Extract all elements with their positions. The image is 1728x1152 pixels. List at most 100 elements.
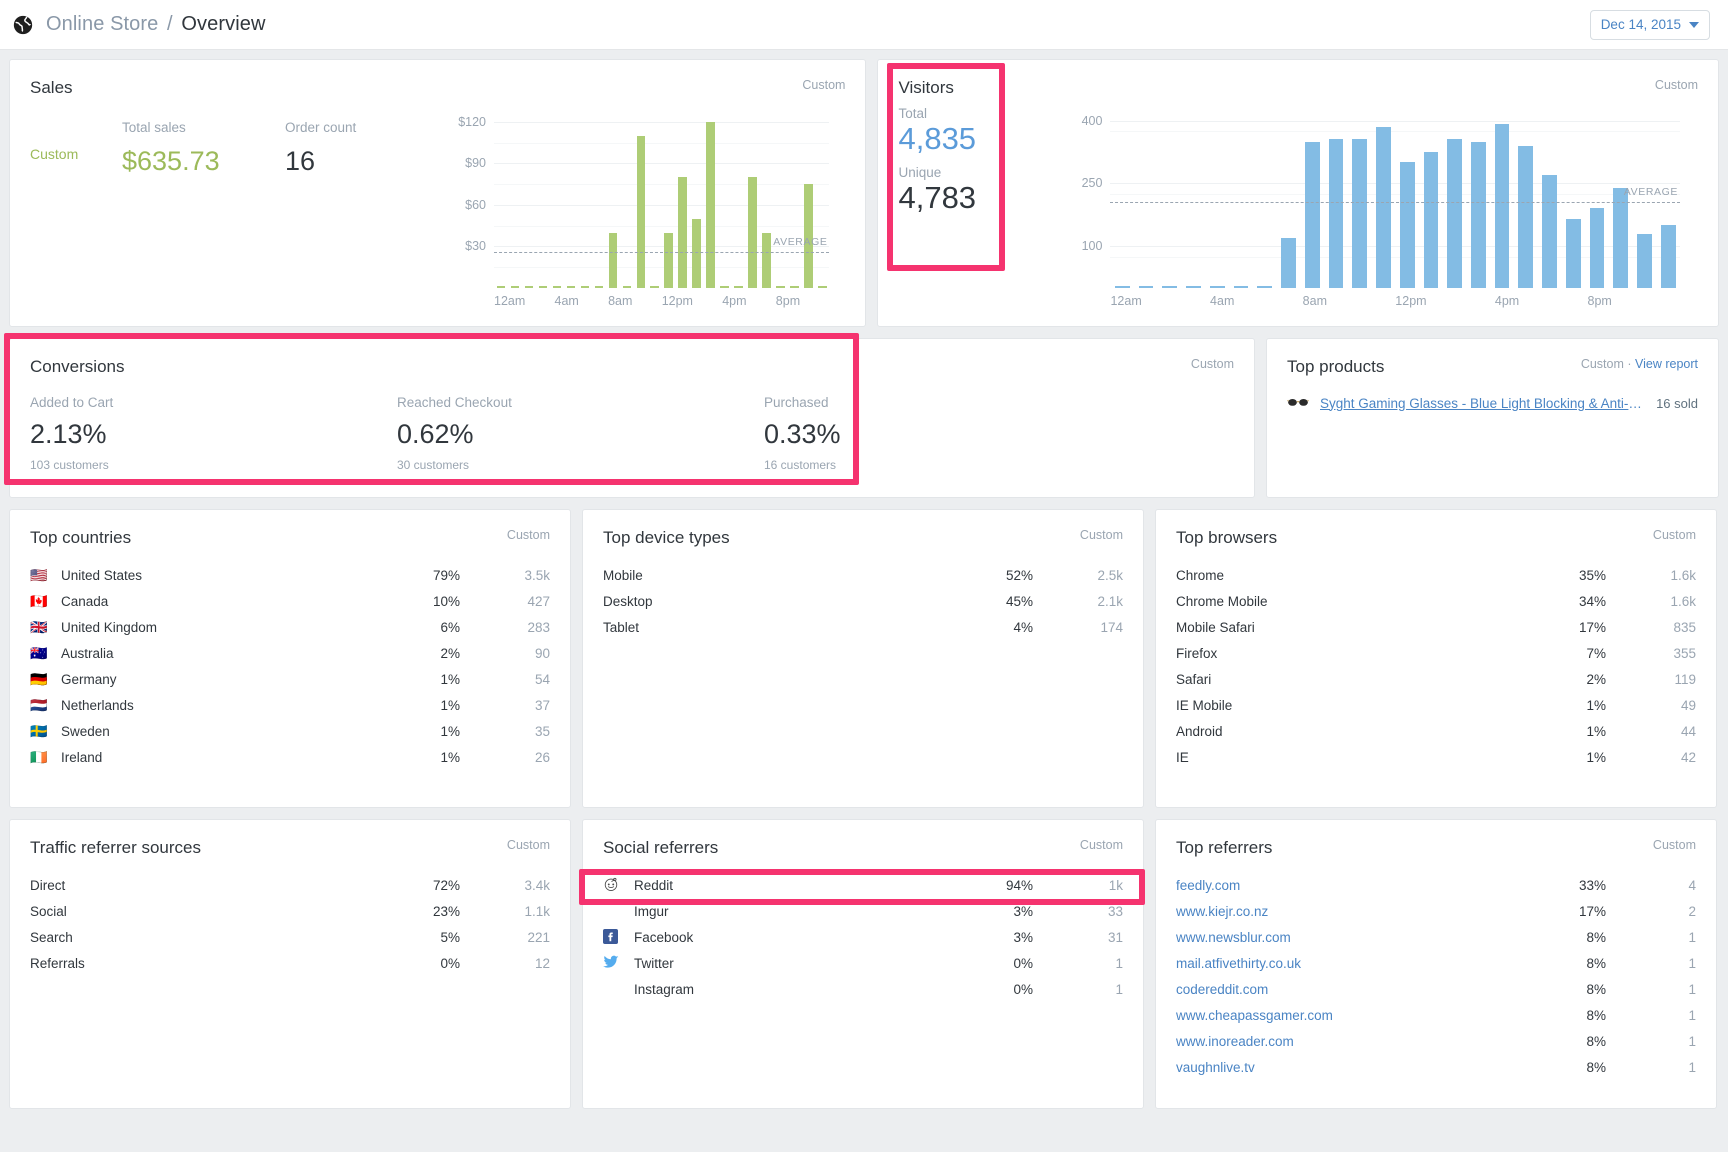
chart-bar-slot[interactable] (1585, 108, 1609, 288)
chart-bar-slot[interactable] (634, 108, 648, 288)
chart-bar-slot[interactable] (760, 108, 774, 288)
social-referrers-range-label[interactable]: Custom (1080, 838, 1123, 852)
traffic-referrer-sources-range-label[interactable]: Custom (507, 838, 550, 852)
list-item-link[interactable]: www.kiejr.co.nz (1176, 904, 1516, 919)
chart-bar-slot[interactable] (662, 108, 676, 288)
chart-bar-slot[interactable] (718, 108, 732, 288)
chart-bar-slot[interactable] (592, 108, 606, 288)
chart-bar-slot[interactable] (1561, 108, 1585, 288)
chart-bar-slot[interactable] (536, 108, 550, 288)
chart-bar-slot[interactable] (648, 108, 662, 288)
chart-bar-slot[interactable] (746, 108, 760, 288)
list-item-percent: 8% (1586, 1033, 1606, 1049)
chart-bar-slot[interactable] (564, 108, 578, 288)
list-item-link[interactable]: www.inoreader.com (1176, 1034, 1516, 1049)
reddit-icon (603, 876, 623, 894)
chart-bar-slot[interactable] (606, 108, 620, 288)
list-item-value: 1 (1688, 1007, 1696, 1023)
top-products-range-label[interactable]: Custom · (1581, 357, 1632, 371)
chart-bar-slot[interactable] (578, 108, 592, 288)
chart-bar-slot[interactable] (690, 108, 704, 288)
list-item-link[interactable]: www.cheapassgamer.com (1176, 1008, 1516, 1023)
list-item[interactable]: mail.atfivethirty.co.uk 8% 1 (1176, 950, 1696, 976)
chart-bar-slot[interactable] (676, 108, 690, 288)
list-item[interactable]: codereddit.com 8% 1 (1176, 976, 1696, 1002)
list-item-label: Netherlands (61, 697, 134, 713)
visitors-unique-value: 4,783 (898, 180, 977, 216)
list-item-link[interactable]: www.newsblur.com (1176, 930, 1516, 945)
chart-bar-slot[interactable] (816, 108, 830, 288)
visitors-range-label[interactable]: Custom (1655, 78, 1698, 92)
chart-bar-slot[interactable] (1538, 108, 1562, 288)
top-referrers-range-label[interactable]: Custom (1653, 838, 1696, 852)
chart-bar-slot[interactable] (1277, 108, 1301, 288)
chart-bar-slot[interactable] (1110, 108, 1134, 288)
top-browsers-range-label[interactable]: Custom (1653, 528, 1696, 542)
list-item-label: Android (1176, 723, 1223, 739)
chart-bar-slot[interactable] (1514, 108, 1538, 288)
top-product-link[interactable]: Syght Gaming Glasses - Blue Light Blocki… (1320, 396, 1645, 411)
chart-bar-slot[interactable] (1466, 108, 1490, 288)
list-item-percent: 1% (1586, 697, 1606, 713)
chart-bar-slot[interactable] (704, 108, 718, 288)
chart-bar-slot[interactable] (1395, 108, 1419, 288)
chart-bar-slot[interactable] (774, 108, 788, 288)
list-item-link[interactable]: feedly.com (1176, 878, 1516, 893)
list-item-label: Desktop (603, 593, 653, 609)
sales-range-label[interactable]: Custom (802, 78, 845, 92)
chart-bar (818, 286, 827, 288)
list-item[interactable]: feedly.com 33% 4 (1176, 872, 1696, 898)
chart-bar (538, 286, 548, 288)
list-item-link[interactable]: mail.atfivethirty.co.uk (1176, 956, 1516, 971)
list-item[interactable]: www.newsblur.com 8% 1 (1176, 924, 1696, 950)
chart-bar (1565, 218, 1581, 288)
list-item-link[interactable]: vaughnlive.tv (1176, 1060, 1516, 1075)
chart-bar (1352, 138, 1368, 288)
list-item[interactable]: www.inoreader.com 8% 1 (1176, 1028, 1696, 1054)
list-item[interactable]: www.kiejr.co.nz 17% 2 (1176, 898, 1696, 924)
chart-x-tick-label (1519, 294, 1542, 308)
list-item[interactable]: vaughnlive.tv 8% 1 (1176, 1054, 1696, 1080)
chart-x-tick-label (652, 294, 662, 308)
list-item[interactable]: www.cheapassgamer.com 8% 1 (1176, 1002, 1696, 1028)
breadcrumb-store[interactable]: Online Store (46, 13, 158, 35)
list-item-label: Referrals (30, 955, 85, 971)
chart-bar (1542, 174, 1557, 288)
chart-bar-slot[interactable] (522, 108, 536, 288)
chart-bar-slot[interactable] (1205, 108, 1229, 288)
chart-bar-slot[interactable] (1182, 108, 1206, 288)
chart-bar-slot[interactable] (1253, 108, 1277, 288)
chart-bar-slot[interactable] (1158, 108, 1182, 288)
top-countries-range-label[interactable]: Custom (507, 528, 550, 542)
top-products-card: Top products Custom · View report Syght … (1266, 338, 1719, 498)
view-report-link[interactable]: View report (1635, 357, 1698, 371)
date-range-picker[interactable]: Dec 14, 2015 (1589, 9, 1710, 40)
top-products-card-header: Top products Custom · View report (1267, 339, 1718, 377)
chart-x-tick-label (1373, 294, 1396, 308)
list-item: 🇳🇱 Netherlands 1% 37 (30, 692, 550, 718)
chart-bar-slot[interactable] (802, 108, 816, 288)
chart-bar-slot[interactable] (508, 108, 522, 288)
top-device-types-range-label[interactable]: Custom (1080, 528, 1123, 542)
chart-bar-slot[interactable] (1419, 108, 1443, 288)
chart-bar-slot[interactable] (1229, 108, 1253, 288)
chart-bar-slot[interactable] (494, 108, 508, 288)
chart-bar-slot[interactable] (788, 108, 802, 288)
list-item-percent: 10% (432, 593, 460, 609)
conversions-range-label[interactable]: Custom (1191, 357, 1234, 371)
sales-period-label: Custom (30, 146, 79, 162)
chart-bar-slot[interactable] (1490, 108, 1514, 288)
chart-bar-slot[interactable] (550, 108, 564, 288)
chart-bar-slot[interactable] (732, 108, 746, 288)
chart-bar-slot[interactable] (620, 108, 634, 288)
list-item-link[interactable]: codereddit.com (1176, 982, 1516, 997)
chart-bar-slot[interactable] (1348, 108, 1372, 288)
list-item-value: 3.5k (524, 567, 550, 583)
chart-bar-slot[interactable] (1300, 108, 1324, 288)
chart-bar-slot[interactable] (1134, 108, 1158, 288)
chart-bar-slot[interactable] (1443, 108, 1467, 288)
list-item: Facebook 3% 31 (603, 924, 1123, 950)
chart-bar-slot[interactable] (1324, 108, 1348, 288)
chart-x-tick-label (693, 294, 703, 308)
chart-bar-slot[interactable] (1372, 108, 1396, 288)
